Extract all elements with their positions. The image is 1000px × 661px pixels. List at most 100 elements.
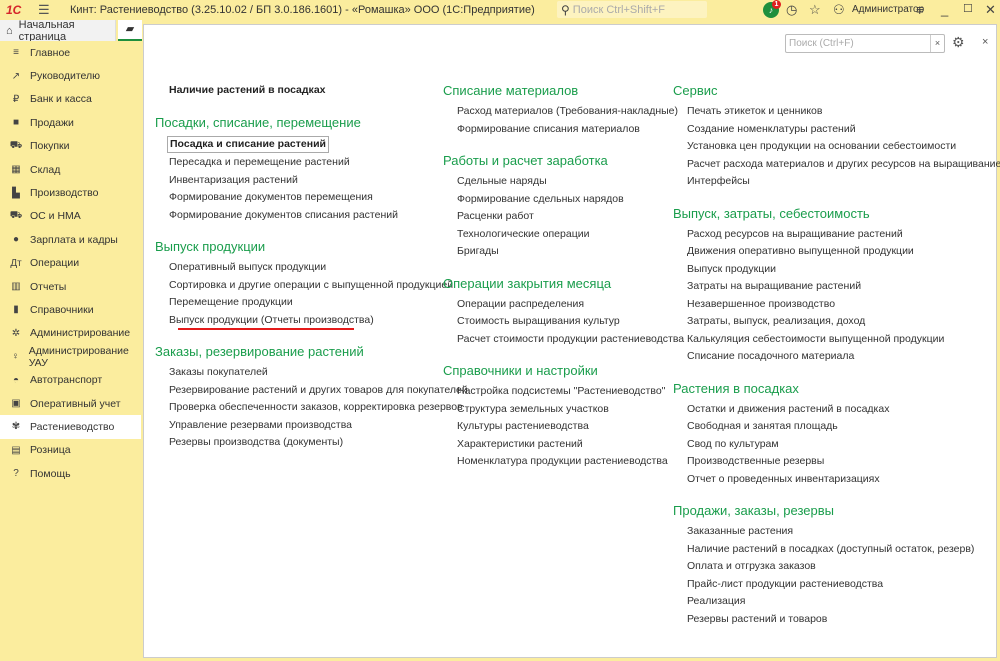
tab-home[interactable]: ⌂ Начальная страница <box>0 19 116 43</box>
menu-link[interactable]: Расход ресурсов на выращивание растений <box>687 226 1000 244</box>
gear-icon[interactable]: ⚙ <box>952 34 965 51</box>
star-icon[interactable]: ☆ <box>809 2 821 18</box>
menu-link[interactable]: Управление резервами производства <box>169 417 468 435</box>
menu-item-row: Остатки и движения растений в посадках <box>673 401 1000 419</box>
menu-link[interactable]: Расход материалов (Требования-накладные) <box>457 103 684 121</box>
menu-link[interactable]: Расчет стоимости продукции растениеводст… <box>457 331 684 349</box>
maximize-icon[interactable]: ☐ <box>963 2 973 15</box>
menu-link[interactable]: Производственные резервы <box>687 453 1000 471</box>
menu-link[interactable]: Калькуляция себестоимости выпущенной про… <box>687 331 1000 349</box>
menu-link[interactable]: Настройка подсистемы "Растениеводство" <box>457 383 684 401</box>
menu-link[interactable]: Расценки работ <box>457 208 684 226</box>
menu-link[interactable]: Формирование документов перемещения <box>169 189 468 207</box>
menu-link[interactable]: Печать этикеток и ценников <box>687 103 1000 121</box>
menu-link[interactable]: Пересадка и перемещение растений <box>169 154 468 172</box>
user-name[interactable]: Администратор <box>852 4 924 15</box>
menu-link[interactable]: Незавершенное производство <box>687 296 1000 314</box>
menu-link[interactable]: Заказанные растения <box>687 523 1000 541</box>
menu-link[interactable]: Стоимость выращивания культур <box>457 313 684 331</box>
sidebar-item-icon: ▙ <box>12 187 20 199</box>
sidebar-item[interactable]: ✾ Растениеводство <box>0 415 141 439</box>
panel-search-input[interactable]: Поиск (Ctrl+F) × <box>785 34 945 53</box>
sidebar-item[interactable]: Дт Операции <box>0 252 141 275</box>
menu-link[interactable]: Оплата и отгрузка заказов <box>687 558 1000 576</box>
menu-link[interactable]: Бригады <box>457 243 684 261</box>
settings-menu-icon[interactable]: ≡ <box>916 2 924 17</box>
menu-link[interactable]: Расчет расхода материалов и других ресур… <box>687 156 1000 174</box>
menu-item-row: Формирование сдельных нарядов <box>443 191 684 209</box>
menu-link[interactable]: Выпуск продукции (Отчеты производства) <box>169 312 468 330</box>
menu-link[interactable]: Оперативный выпуск продукции <box>169 259 468 277</box>
menu-link[interactable]: Перемещение продукции <box>169 294 468 312</box>
sidebar-item-icon: ♀ <box>11 351 20 363</box>
sidebar-item[interactable]: ● Зарплата и кадры <box>0 228 141 251</box>
menu-link[interactable]: Наличие растений в посадках (доступный о… <box>687 541 1000 559</box>
menu-item-row: Расход ресурсов на выращивание растений <box>673 226 1000 244</box>
menu-link[interactable]: Сортировка и другие операции с выпущенно… <box>169 277 468 295</box>
menu-link[interactable]: Прайс-лист продукции растениеводства <box>687 576 1000 594</box>
menu-link[interactable]: Создание номенклатуры растений <box>687 121 1000 139</box>
tab-active-section[interactable]: ▰ <box>118 20 142 41</box>
sidebar-item[interactable]: ◓ Автотранспорт <box>0 368 141 391</box>
menu-link[interactable]: Формирование сдельных нарядов <box>457 191 684 209</box>
sidebar-item[interactable]: ▤ Розница <box>0 439 141 462</box>
menu-link[interactable]: Проверка обеспеченности заказов, коррект… <box>169 399 468 417</box>
menu-link[interactable]: Заказы покупателей <box>169 364 468 382</box>
sidebar-item[interactable]: ▮ Справочники <box>0 298 141 321</box>
close-panel-icon[interactable]: × <box>982 36 988 48</box>
menu-link[interactable]: Номенклатура продукции растениеводства <box>457 453 684 471</box>
menu-link[interactable]: Характеристики растений <box>457 436 684 454</box>
sidebar-item[interactable]: ▦ Склад <box>0 158 141 181</box>
menu-link[interactable]: Формирование списания материалов <box>457 121 684 139</box>
menu-link[interactable]: Затраты, выпуск, реализация, доход <box>687 313 1000 331</box>
sidebar-item[interactable]: ≡ Главное <box>0 41 141 64</box>
menu-link[interactable]: Технологические операции <box>457 226 684 244</box>
sidebar-item[interactable]: ✲ Администрирование <box>0 322 141 345</box>
menu-link[interactable]: Свободная и занятая площадь <box>687 418 1000 436</box>
sidebar-item-label: Растениеводство <box>30 420 115 433</box>
menu-link[interactable]: Остатки и движения растений в посадках <box>687 401 1000 419</box>
menu-link[interactable]: Отчет о проведенных инвентаризациях <box>687 471 1000 489</box>
menu-link[interactable]: Резервы производства (документы) <box>169 434 468 452</box>
menu-link[interactable]: Наличие растений в посадках <box>169 82 468 100</box>
section-title: Продажи, заказы, резервы <box>673 503 834 518</box>
sidebar-item[interactable]: ▥ Отчеты <box>0 275 141 298</box>
sidebar-item-label: Администрирование <box>30 327 131 340</box>
menu-link[interactable]: Выпуск продукции <box>687 261 1000 279</box>
menu-link[interactable]: Инвентаризация растений <box>169 172 468 190</box>
sidebar-item[interactable]: ▙ Производство <box>0 181 141 204</box>
minimize-icon[interactable]: _ <box>941 2 948 17</box>
close-window-icon[interactable]: ✕ <box>985 2 996 18</box>
menu-link[interactable]: Интерфейсы <box>687 173 1000 191</box>
menu-link[interactable]: Реализация <box>687 593 1000 611</box>
global-search-input[interactable]: ⚲ Поиск Ctrl+Shift+F <box>557 1 707 18</box>
menu-link[interactable]: Посадка и списание растений <box>167 135 330 153</box>
title-bar: 1С ☰ Кинт: Растениеводство (3.25.10.02 /… <box>0 0 1000 20</box>
menu-link[interactable]: Формирование документов списания растени… <box>169 207 468 225</box>
sidebar-item[interactable]: ₽ Банк и касса <box>0 88 141 111</box>
sidebar-item[interactable]: ? Помощь <box>0 462 141 485</box>
sidebar-item[interactable]: ■ Продажи <box>0 111 141 134</box>
menu-link[interactable]: Сдельные наряды <box>457 173 684 191</box>
sidebar-item[interactable]: ⛟ Покупки <box>0 135 141 158</box>
menu-link[interactable]: Резервы растений и товаров <box>687 611 1000 629</box>
sidebar-item[interactable]: ↗ Руководителю <box>0 64 141 87</box>
menu-link[interactable]: Затраты на выращивание растений <box>687 278 1000 296</box>
history-icon[interactable]: ◷ <box>786 2 797 18</box>
menu-link[interactable]: Списание посадочного материала <box>687 348 1000 366</box>
menu-link[interactable]: Операции распределения <box>457 296 684 314</box>
clear-search-icon[interactable]: × <box>930 35 944 52</box>
sidebar-item[interactable]: ▣ Оперативный учет <box>0 392 141 415</box>
menu-item-row: Культуры растениеводства <box>443 418 684 436</box>
user-icon[interactable]: ⚇ <box>833 2 845 18</box>
menu-link[interactable]: Установка цен продукции на основании себ… <box>687 138 1000 156</box>
menu-link[interactable]: Свод по культурам <box>687 436 1000 454</box>
menu-link[interactable]: Движения оперативно выпущенной продукции <box>687 243 1000 261</box>
menu-link[interactable]: Структура земельных участков <box>457 401 684 419</box>
menu-link[interactable]: Резервирование растений и других товаров… <box>169 382 468 400</box>
sidebar-item[interactable]: ⛟ ОС и НМА <box>0 205 141 228</box>
sidebar-item[interactable]: ♀ Администрирование УАУ <box>0 345 141 369</box>
main-menu-icon[interactable]: ☰ <box>38 2 56 18</box>
menu-link[interactable]: Культуры растениеводства <box>457 418 684 436</box>
menu-item-row: Затраты, выпуск, реализация, доход <box>673 313 1000 331</box>
